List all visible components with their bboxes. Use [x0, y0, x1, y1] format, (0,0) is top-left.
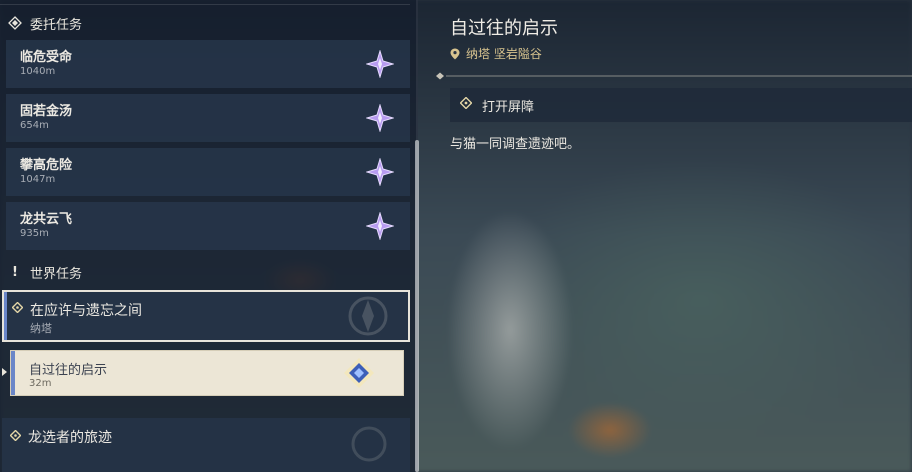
selection-bar [4, 292, 7, 340]
quest-marker-icon [344, 358, 374, 388]
commission-item[interactable]: 攀高危险 1047m [6, 148, 410, 196]
selection-bar [11, 351, 15, 395]
objective-diamond-icon [459, 96, 473, 112]
quest-description: 与猫一同调查遗迹吧。 [450, 137, 581, 152]
commission-distance: 935m [20, 228, 49, 239]
quest-list-panel: 委托任务 临危受命 1040m 固若金汤 654m 攀高危险 1047m 龙共云… [0, 0, 419, 472]
commission-name: 攀高危险 [20, 158, 73, 173]
location-pin-icon [450, 48, 460, 59]
world-quests-header: ! 世界任务 [8, 261, 82, 283]
world-quests-header-label: 世界任务 [30, 266, 83, 282]
selected-pointer-icon [2, 368, 7, 376]
commission-distance: 1047m [20, 174, 56, 185]
commissions-header: 委托任务 [8, 12, 82, 34]
panel-top-divider [0, 4, 410, 5]
quest-group-region: 纳塔 [30, 322, 52, 335]
objective-label: 打开屏障 [482, 100, 535, 115]
quest-diamond-icon [9, 429, 22, 444]
commission-item[interactable]: 固若金汤 654m [6, 94, 410, 142]
quest-group-item[interactable]: 在应许与遗忘之间 纳塔 [2, 290, 410, 342]
region-emblem-icon [351, 426, 387, 462]
commission-star-icon [366, 104, 394, 132]
quest-location: 纳塔 坚岩隘谷 [450, 45, 542, 62]
commission-item[interactable]: 龙共云飞 935m [6, 202, 410, 250]
quest-group-item[interactable]: 龙选者的旅迹 [2, 418, 410, 472]
commission-distance: 654m [20, 120, 49, 131]
exclamation-icon: ! [12, 264, 18, 280]
quest-step-title: 自过往的启示 [29, 363, 108, 378]
quest-step-distance: 32m [29, 378, 52, 389]
scrollbar-thumb[interactable] [415, 140, 419, 472]
quest-detail-title: 自过往的启示 [450, 18, 558, 39]
commission-distance: 1040m [20, 66, 56, 77]
commission-star-icon [366, 50, 394, 78]
commission-star-icon [366, 212, 394, 240]
commission-name: 固若金汤 [20, 104, 73, 119]
region-emblem-icon [348, 296, 388, 336]
commission-category-icon [8, 16, 22, 30]
quest-step-item-selected[interactable]: 自过往的启示 32m [10, 350, 404, 396]
quest-objective: 打开屏障 [450, 88, 912, 122]
commissions-header-label: 委托任务 [30, 17, 83, 33]
quest-location-label: 纳塔 坚岩隘谷 [466, 47, 542, 61]
commission-star-icon [366, 158, 394, 186]
commission-name: 龙共云飞 [20, 212, 73, 227]
section-divider [436, 72, 912, 80]
quest-group-title: 龙选者的旅迹 [28, 430, 112, 446]
commission-item[interactable]: 临危受命 1040m [6, 40, 410, 88]
quest-group-title: 在应许与遗忘之间 [30, 303, 142, 319]
commission-name: 临危受命 [20, 50, 73, 65]
quest-diamond-icon [11, 301, 24, 316]
